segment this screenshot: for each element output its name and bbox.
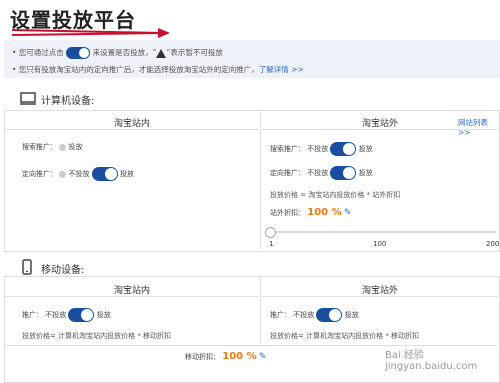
info-box: • 您可通过点击 来设置是否投放，“ ”表示暂不可投放 • 您只有投放淘宝站内的定…	[4, 40, 500, 78]
divider	[5, 296, 259, 297]
targeted-off-radio[interactable]	[59, 170, 67, 178]
mobile-inside-price-formula: 投放价格= 计算机淘宝站内投放价格 * 移动折扣	[22, 332, 172, 340]
slider-tick-mid: 100	[373, 240, 387, 248]
mobile-outside-price-formula: 投放价格= 计算机淘宝站内投放价格 * 移动折扣	[270, 332, 420, 340]
mobile-phone-icon	[22, 259, 32, 275]
mobile-outside-toggle[interactable]	[316, 308, 343, 322]
mobile-inside-promo-row: 推广： 不投放 投放	[22, 308, 111, 322]
slider-tick-min: 1	[269, 240, 274, 248]
outside-targeted-toggle[interactable]	[330, 166, 357, 180]
outside-search-toggle[interactable]	[330, 142, 357, 156]
slider-tick-max: 200	[486, 240, 500, 248]
edit-pencil-icon[interactable]: ✎	[259, 352, 267, 362]
edit-pencil-icon[interactable]: ✎	[344, 208, 352, 218]
computer-targeted-row: 定向推广： 不投放 投放	[22, 167, 134, 181]
outside-price-formula: 投放价格 = 淘宝站内投放价格 * 站外折扣	[270, 191, 401, 199]
outside-search-row: 搜索推广： 不投放 投放	[270, 142, 373, 156]
mobile-outside-promo-row: 推广： 不投放 投放	[270, 308, 359, 322]
outside-discount-row: 站外折扣： 100 % ✎	[270, 207, 352, 218]
search-radio[interactable]	[59, 143, 67, 151]
divider	[260, 277, 261, 345]
site-list-link[interactable]: 网站列表 >>	[458, 117, 500, 137]
computer-inside-title: 淘宝站内	[113, 119, 150, 129]
watermark: Bai 经验 jingyan.baidu.com	[385, 350, 478, 372]
discount-slider-knob[interactable]	[265, 227, 276, 238]
learn-more-link[interactable]: 了解详情 >>	[259, 65, 304, 74]
computer-targeted-toggle[interactable]	[91, 167, 118, 181]
warning-icon	[156, 48, 167, 58]
computer-search-row: 搜索推广： 投放	[22, 143, 83, 151]
divider	[260, 111, 261, 249]
computer-section-heading: 计算机设备:	[41, 96, 95, 107]
red-arrow-annotation	[12, 28, 170, 38]
outside-discount-value: 100 %	[307, 207, 342, 218]
computer-icon	[20, 92, 36, 105]
mobile-inside-toggle[interactable]	[68, 308, 95, 322]
mobile-discount-row: 移动折扣： 100 % ✎	[185, 351, 267, 362]
mobile-discount-value: 100 %	[222, 351, 257, 362]
info-line-2: • 您只有投放淘宝站内的定向推广后，才能选择投放淘宝站外的定向推广，了解详情 >…	[12, 65, 304, 74]
example-toggle	[66, 47, 91, 59]
divider	[262, 296, 498, 297]
info-line-1: • 您可通过点击 来设置是否投放，“ ”表示暂不可投放	[12, 47, 223, 59]
mobile-section-heading: 移动设备:	[41, 265, 85, 276]
discount-slider-track[interactable]	[270, 231, 496, 233]
mobile-inside-title: 淘宝站内	[113, 286, 150, 296]
mobile-outside-title: 淘宝站外	[361, 286, 398, 296]
divider	[5, 129, 259, 130]
outside-targeted-row: 定向推广： 不投放 投放	[270, 166, 373, 180]
